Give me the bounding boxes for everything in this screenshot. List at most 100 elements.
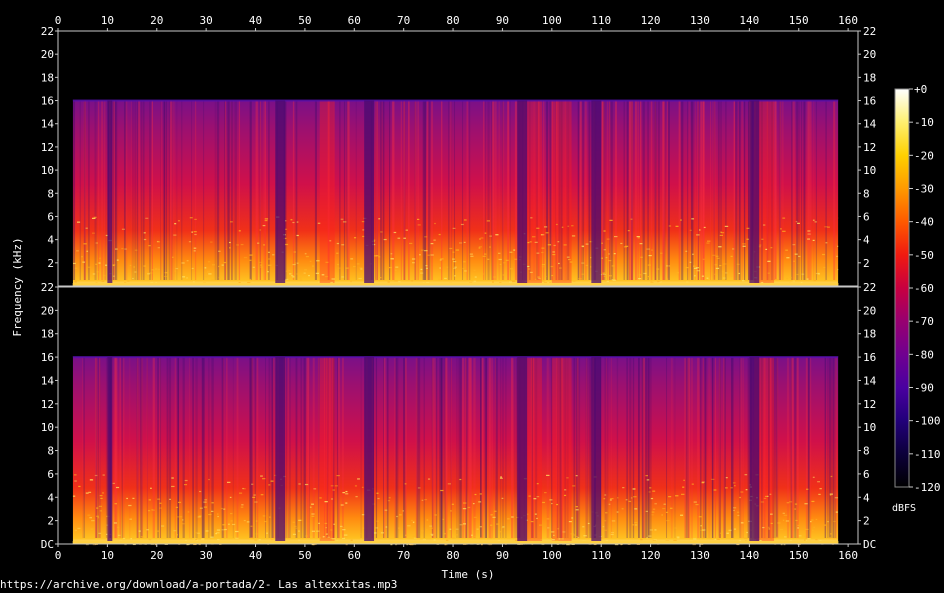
- harmonic-speck: [325, 261, 329, 263]
- spectral-stripe: [700, 100, 703, 280]
- harmonic-speck: [92, 273, 96, 275]
- harmonic-speck: [401, 532, 403, 534]
- harmonic-speck: [632, 524, 635, 526]
- y-tick-label-right: 20: [863, 48, 876, 61]
- quiet-segment: [58, 100, 73, 283]
- harmonic-speck: [390, 258, 394, 260]
- spectral-stripe: [103, 100, 106, 280]
- harmonic-speck: [666, 520, 670, 522]
- harmonic-speck: [376, 492, 379, 494]
- spectral-stripe: [125, 100, 128, 280]
- spectral-stripe: [157, 357, 159, 538]
- spectral-stripe: [202, 357, 205, 538]
- harmonic-speck: [223, 261, 227, 264]
- harmonic-speck: [237, 535, 240, 537]
- harmonic-speck: [610, 533, 614, 536]
- harmonic-speck: [742, 243, 746, 245]
- spectral-stripe: [690, 357, 693, 538]
- harmonic-speck: [793, 260, 796, 262]
- colorbar-tick-label: -30: [914, 183, 934, 196]
- harmonic-speck: [798, 535, 802, 537]
- x-tick-label-top: 100: [542, 14, 562, 27]
- harmonic-speck: [240, 506, 244, 508]
- harmonic-speck: [129, 518, 132, 520]
- harmonic-speck: [95, 263, 98, 265]
- harmonic-speck: [646, 479, 650, 481]
- harmonic-speck: [562, 531, 566, 533]
- harmonic-speck: [452, 258, 455, 260]
- harmonic-speck: [702, 258, 705, 260]
- harmonic-speck: [268, 484, 271, 486]
- harmonic-speck: [73, 474, 77, 476]
- harmonic-speck: [789, 277, 792, 279]
- harmonic-speck: [296, 234, 299, 237]
- spectral-stripe: [79, 100, 81, 280]
- y-tick-label-right: 16: [863, 351, 876, 364]
- harmonic-speck: [733, 528, 737, 530]
- harmonic-speck: [216, 532, 220, 534]
- spectral-stripe: [833, 100, 835, 280]
- harmonic-speck: [395, 515, 399, 518]
- harmonic-speck: [377, 497, 380, 500]
- harmonic-speck: [268, 258, 271, 260]
- harmonic-speck: [260, 475, 263, 477]
- harmonic-speck: [723, 263, 727, 265]
- harmonic-speck: [259, 266, 263, 268]
- spectral-stripe: [137, 100, 140, 280]
- harmonic-speck: [765, 248, 768, 250]
- harmonic-speck: [715, 267, 720, 269]
- spectral-stripe: [403, 100, 406, 280]
- y-tick-label: 18: [41, 71, 54, 84]
- harmonic-speck: [293, 251, 297, 253]
- harmonic-speck: [305, 255, 309, 258]
- spectral-stripe: [265, 357, 266, 538]
- harmonic-speck: [661, 514, 663, 516]
- harmonic-speck: [634, 521, 638, 524]
- harmonic-speck: [241, 504, 244, 506]
- harmonic-speck: [647, 276, 651, 278]
- spectral-stripe: [670, 357, 673, 538]
- harmonic-speck: [199, 490, 202, 493]
- harmonic-speck: [511, 516, 514, 518]
- harmonic-speck: [159, 507, 162, 509]
- y-tick-label-right: 14: [863, 374, 877, 387]
- harmonic-speck: [529, 241, 532, 243]
- x-tick-label-top: 130: [690, 14, 710, 27]
- harmonic-speck: [536, 483, 539, 485]
- harmonic-speck: [394, 280, 398, 282]
- spectral-stripe: [138, 100, 140, 280]
- spectral-stripe: [305, 357, 308, 538]
- harmonic-speck: [462, 267, 465, 270]
- harmonic-speck: [812, 219, 815, 221]
- harmonic-speck: [171, 256, 174, 258]
- harmonic-speck: [425, 265, 428, 267]
- harmonic-speck: [229, 496, 232, 499]
- spectral-stripe: [658, 100, 660, 280]
- spectral-stripe: [742, 357, 744, 538]
- harmonic-speck: [807, 233, 811, 235]
- harmonic-speck: [220, 278, 223, 280]
- harmonic-speck: [795, 221, 798, 223]
- harmonic-speck: [179, 516, 183, 518]
- harmonic-speck: [745, 489, 748, 491]
- harmonic-speck: [760, 501, 765, 503]
- spectral-stripe: [238, 100, 241, 280]
- harmonic-speck: [691, 483, 694, 485]
- harmonic-speck: [532, 236, 536, 238]
- harmonic-speck: [455, 528, 459, 530]
- x-tick-label: 110: [591, 549, 611, 562]
- spectral-stripe: [112, 100, 115, 280]
- spectral-stripe: [607, 100, 608, 280]
- source-url: https://archive.org/download/a-portada/2…: [0, 578, 398, 591]
- harmonic-speck: [695, 503, 699, 506]
- harmonic-speck: [635, 524, 638, 526]
- harmonic-speck: [561, 538, 564, 540]
- harmonic-speck: [738, 539, 742, 542]
- harmonic-speck: [649, 529, 653, 531]
- harmonic-speck: [193, 250, 196, 252]
- spectral-stripe: [797, 100, 800, 280]
- harmonic-speck: [633, 496, 637, 498]
- harmonic-speck: [768, 528, 771, 530]
- harmonic-speck: [341, 244, 345, 246]
- harmonic-speck: [194, 233, 197, 236]
